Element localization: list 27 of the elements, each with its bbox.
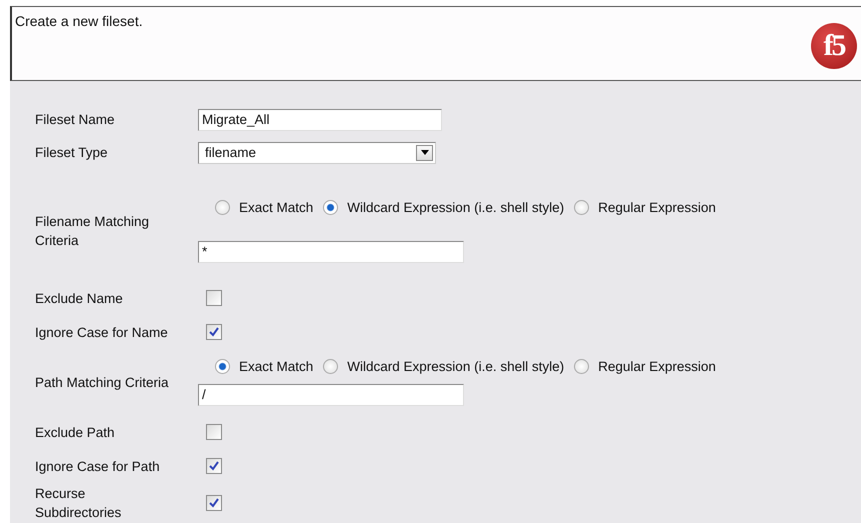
description-text: Create a new fileset. bbox=[15, 13, 143, 29]
field-label: Filename Matching Criteria bbox=[35, 213, 150, 250]
checkbox[interactable] bbox=[206, 458, 222, 474]
field-label: Fileset Type bbox=[35, 144, 109, 162]
input-field[interactable]: * bbox=[198, 240, 464, 262]
radio-option[interactable]: Wildcard Expression (i.e. shell style) bbox=[323, 200, 564, 214]
checkbox[interactable] bbox=[206, 424, 222, 440]
radio-option[interactable]: Regular Expression bbox=[574, 200, 716, 214]
caret-icon bbox=[416, 144, 433, 160]
radio-option[interactable]: Exact Match bbox=[215, 358, 314, 374]
logo: f5 bbox=[811, 23, 857, 69]
input-field[interactable]: Migrate_All bbox=[198, 108, 442, 130]
checkbox[interactable] bbox=[206, 290, 222, 306]
input-field[interactable]: / bbox=[198, 384, 464, 406]
dropdown[interactable]: filename bbox=[198, 142, 436, 164]
field-label: Exclude Name bbox=[35, 290, 124, 308]
field-label: Recurse Subdirectories bbox=[35, 485, 122, 522]
field-label: Fileset Name bbox=[35, 111, 116, 129]
radio-option[interactable]: Wildcard Expression (i.e. shell style) bbox=[323, 358, 564, 374]
field-label: Path Matching Criteria bbox=[35, 374, 170, 392]
checkbox[interactable] bbox=[206, 324, 222, 340]
checkbox[interactable] bbox=[206, 495, 222, 511]
radio-option[interactable]: Regular Expression bbox=[574, 358, 716, 374]
field-label: Ignore Case for Name bbox=[35, 324, 169, 342]
field-label: Exclude Path bbox=[35, 424, 116, 442]
radio-option[interactable]: Exact Match bbox=[215, 200, 314, 214]
field-label: Ignore Case for Path bbox=[35, 458, 161, 476]
